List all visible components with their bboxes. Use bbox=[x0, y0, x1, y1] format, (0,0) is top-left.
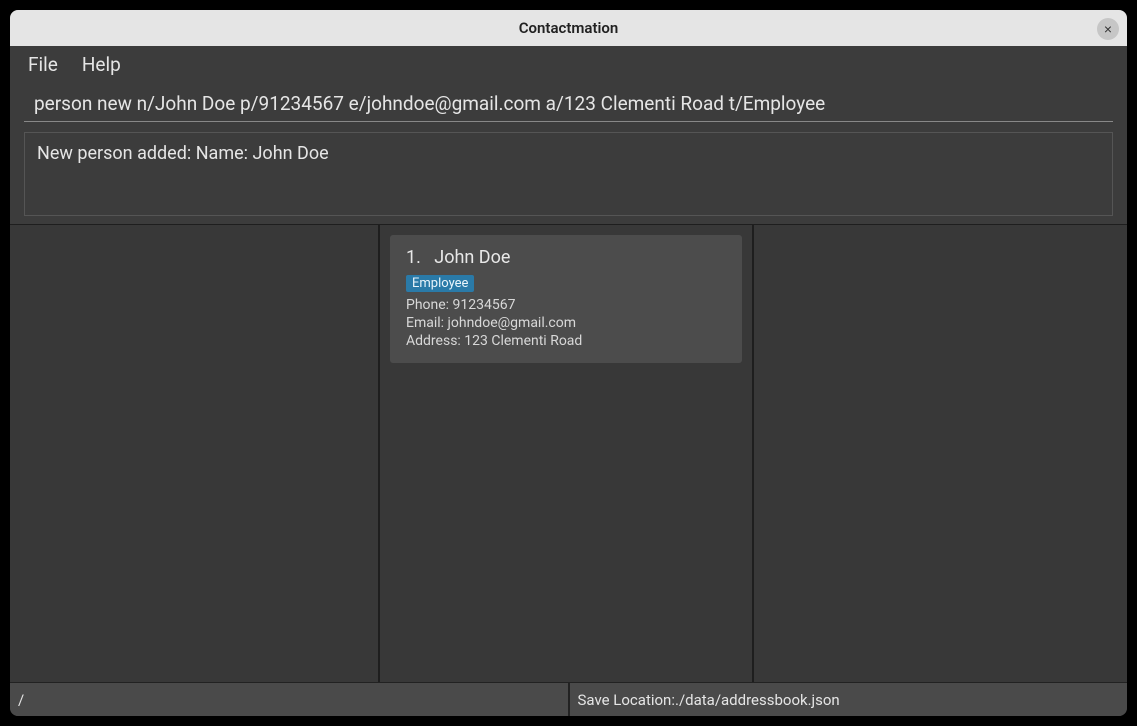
card-address-line: Address: 123 Clementi Road bbox=[406, 332, 726, 350]
card-phone-line: Phone: 91234567 bbox=[406, 296, 726, 314]
command-input[interactable] bbox=[24, 86, 1113, 122]
card-tag: Employee bbox=[406, 275, 474, 292]
footer-left: / bbox=[10, 683, 570, 716]
panel-left bbox=[10, 225, 380, 682]
footer: / Save Location: ./data/addressbook.json bbox=[10, 682, 1127, 716]
window-title: Contactmation bbox=[519, 19, 619, 37]
main-panels: 1. John Doe Employee Phone: 91234567 Ema… bbox=[10, 224, 1127, 682]
contact-card[interactable]: 1. John Doe Employee Phone: 91234567 Ema… bbox=[390, 235, 742, 363]
card-name: John Doe bbox=[434, 247, 510, 268]
panel-right bbox=[754, 225, 1127, 682]
result-text: New person added: Name: John Doe bbox=[37, 143, 329, 164]
app-window: Contactmation × File Help New person add… bbox=[10, 10, 1127, 716]
command-row bbox=[10, 82, 1127, 122]
card-email-line: Email: johndoe@gmail.com bbox=[406, 314, 726, 332]
email-label: Email: bbox=[406, 315, 448, 331]
address-label: Address: bbox=[406, 333, 464, 349]
save-location-label: Save Location: bbox=[578, 691, 675, 709]
footer-left-text: / bbox=[18, 691, 24, 709]
address-value: 123 Clementi Road bbox=[464, 333, 582, 349]
titlebar: Contactmation × bbox=[10, 10, 1127, 46]
menubar: File Help bbox=[10, 46, 1127, 82]
save-location-path: ./data/addressbook.json bbox=[675, 691, 840, 709]
email-value: johndoe@gmail.com bbox=[448, 315, 577, 331]
menu-help[interactable]: Help bbox=[82, 53, 121, 76]
result-box: New person added: Name: John Doe bbox=[24, 132, 1113, 216]
result-row: New person added: Name: John Doe bbox=[10, 122, 1127, 224]
phone-value: 91234567 bbox=[453, 297, 516, 313]
close-button[interactable]: × bbox=[1097, 18, 1119, 40]
close-icon: × bbox=[1104, 21, 1112, 37]
menu-file[interactable]: File bbox=[28, 53, 58, 76]
footer-right: Save Location: ./data/addressbook.json bbox=[570, 683, 1128, 716]
card-header: 1. John Doe bbox=[406, 247, 726, 268]
panel-center: 1. John Doe Employee Phone: 91234567 Ema… bbox=[380, 225, 754, 682]
phone-label: Phone: bbox=[406, 297, 453, 313]
card-index: 1. bbox=[406, 247, 421, 268]
